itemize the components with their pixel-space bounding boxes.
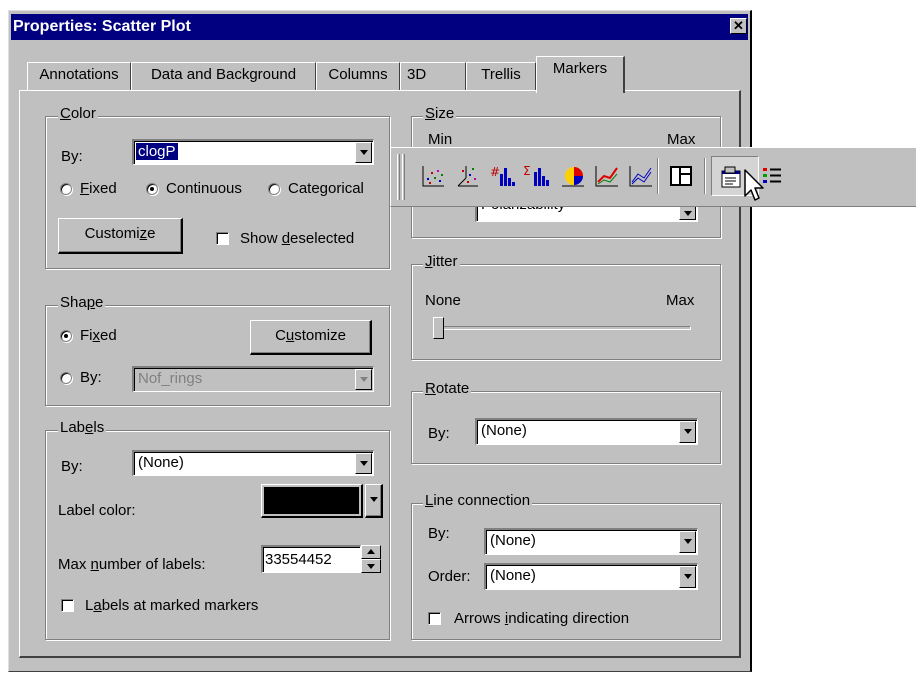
chevron-down-icon xyxy=(367,564,375,569)
show-deselected-label: Show deselected xyxy=(240,230,355,247)
labels-by-value: (None) xyxy=(138,454,184,471)
shape-by-label: By: xyxy=(80,369,102,386)
shape-fixed-label: Fixed xyxy=(80,327,117,344)
line-connection-by-value: (None) xyxy=(490,532,536,549)
labels-by-dropdown[interactable]: (None) xyxy=(132,450,374,476)
chevron-down-icon[interactable] xyxy=(355,142,372,163)
color-customize-button[interactable]: Customize xyxy=(58,218,183,254)
show-deselected-checkbox[interactable] xyxy=(216,232,229,245)
histogram-icon[interactable]: # xyxy=(488,162,516,190)
chevron-down-icon xyxy=(370,497,378,502)
tab-label: Annotations xyxy=(39,66,119,83)
rotate-by-label: By: xyxy=(428,425,450,442)
color-fixed-label: Fixed xyxy=(80,180,117,197)
max-labels-value: 33554452 xyxy=(265,551,332,568)
rotate-by-value: (None) xyxy=(481,422,527,439)
label-color-picker[interactable] xyxy=(261,484,363,518)
scatter-plot-icon[interactable] xyxy=(419,162,447,190)
labels-at-marked-checkbox[interactable] xyxy=(61,599,74,612)
chevron-down-icon[interactable] xyxy=(679,531,696,553)
chevron-down-icon[interactable] xyxy=(355,453,372,474)
label-color-dropdown-button[interactable] xyxy=(365,484,383,518)
toolbar-grip[interactable] xyxy=(397,154,400,200)
max-labels-down-button[interactable] xyxy=(361,559,381,573)
jitter-slider-thumb[interactable] xyxy=(433,317,444,339)
title-bar[interactable]: Properties: Scatter Plot xyxy=(11,14,748,40)
shape-customize-button[interactable]: Customize xyxy=(250,320,372,355)
profile-chart-icon[interactable] xyxy=(626,162,654,190)
toolbar-separator xyxy=(657,158,659,194)
color-continuous-label: Continuous xyxy=(166,180,242,197)
line-connection-by-dropdown[interactable]: (None) xyxy=(484,528,698,555)
tab-label: Data and Background xyxy=(150,66,297,83)
tab-label: Columns xyxy=(328,66,388,83)
toolbar-grip[interactable] xyxy=(402,154,405,200)
shape-by-dropdown[interactable]: Nof_rings xyxy=(132,366,374,392)
tab-label: Markers xyxy=(552,60,608,77)
chevron-down-icon[interactable] xyxy=(355,369,372,390)
close-button[interactable]: ✕ xyxy=(730,18,747,34)
color-categorical-label: Categorical xyxy=(288,180,364,197)
tab-annotations[interactable]: Annotations xyxy=(27,62,131,90)
tab-columns[interactable]: Columns xyxy=(316,62,400,90)
arrows-direction-label: Arrows indicating direction xyxy=(454,610,630,627)
color-by-dropdown[interactable]: clogP xyxy=(132,139,374,165)
mouse-cursor-icon xyxy=(744,169,764,201)
tab-data-and-background[interactable]: Data and Background xyxy=(131,62,316,90)
3d-scatter-plot-icon[interactable] xyxy=(454,162,482,190)
max-labels-up-button[interactable] xyxy=(361,545,381,559)
shape-group-title: Shape xyxy=(58,294,106,311)
svg-text:#: # xyxy=(490,165,500,179)
line-connection-order-label: Order: xyxy=(428,568,471,585)
toolbar-separator xyxy=(704,158,706,194)
size-min-label: Min xyxy=(428,131,453,148)
tab-3d[interactable]: 3D xyxy=(400,62,466,90)
color-fixed-radio[interactable] xyxy=(60,183,72,195)
line-connection-order-dropdown[interactable]: (None) xyxy=(484,563,698,590)
rotate-by-dropdown[interactable]: (None) xyxy=(475,418,698,445)
labels-at-marked-label: Labels at marked markers xyxy=(85,597,259,614)
shape-by-value: Nof_rings xyxy=(138,370,203,387)
bar-chart-icon[interactable]: Σ xyxy=(522,162,550,190)
max-labels-label: Max number of labels: xyxy=(58,556,206,573)
jitter-slider-track[interactable] xyxy=(433,326,691,330)
line-connection-order-value: (None) xyxy=(490,567,536,584)
rotate-group-title: Rotate xyxy=(423,380,472,397)
labels-group-title: Labels xyxy=(58,419,107,436)
jitter-max-label: Max xyxy=(666,292,695,309)
color-by-label: By: xyxy=(61,148,83,165)
chevron-up-icon xyxy=(367,549,375,554)
size-max-label: Max xyxy=(667,131,696,148)
table-icon[interactable] xyxy=(667,162,695,190)
chevron-down-icon[interactable] xyxy=(679,566,696,588)
tab-label: Trellis xyxy=(481,66,521,83)
close-icon: ✕ xyxy=(733,18,744,33)
visualization-toolbar: # Σ xyxy=(390,147,916,207)
color-continuous-radio[interactable] xyxy=(146,183,158,195)
line-connection-by-label: By: xyxy=(428,525,450,542)
color-group-title: Color xyxy=(58,105,98,122)
tab-trellis[interactable]: Trellis xyxy=(466,62,536,90)
line-connection-group-title: Line connection xyxy=(423,492,533,509)
dialog-title: Properties: Scatter Plot xyxy=(13,18,191,35)
line-chart-icon[interactable] xyxy=(592,162,620,190)
label-color-swatch xyxy=(264,487,359,514)
jitter-group xyxy=(411,264,721,360)
jitter-group-title: Jitter xyxy=(423,253,460,270)
shape-fixed-radio[interactable] xyxy=(60,330,72,342)
pie-chart-icon[interactable] xyxy=(558,162,586,190)
tab-label: 3D xyxy=(407,66,427,83)
color-by-value: clogP xyxy=(135,142,179,161)
chevron-down-icon[interactable] xyxy=(679,421,696,443)
jitter-none-label: None xyxy=(425,292,461,309)
tab-markers[interactable]: Markers xyxy=(536,56,625,93)
max-labels-input[interactable]: 33554452 xyxy=(261,545,361,573)
shape-by-radio[interactable] xyxy=(60,372,72,384)
arrows-direction-checkbox[interactable] xyxy=(428,612,441,625)
labels-by-label: By: xyxy=(61,458,83,475)
svg-text:Σ: Σ xyxy=(523,164,531,178)
color-categorical-radio[interactable] xyxy=(268,183,280,195)
size-group-title: Size xyxy=(423,105,457,122)
label-color-label: Label color: xyxy=(58,502,136,519)
